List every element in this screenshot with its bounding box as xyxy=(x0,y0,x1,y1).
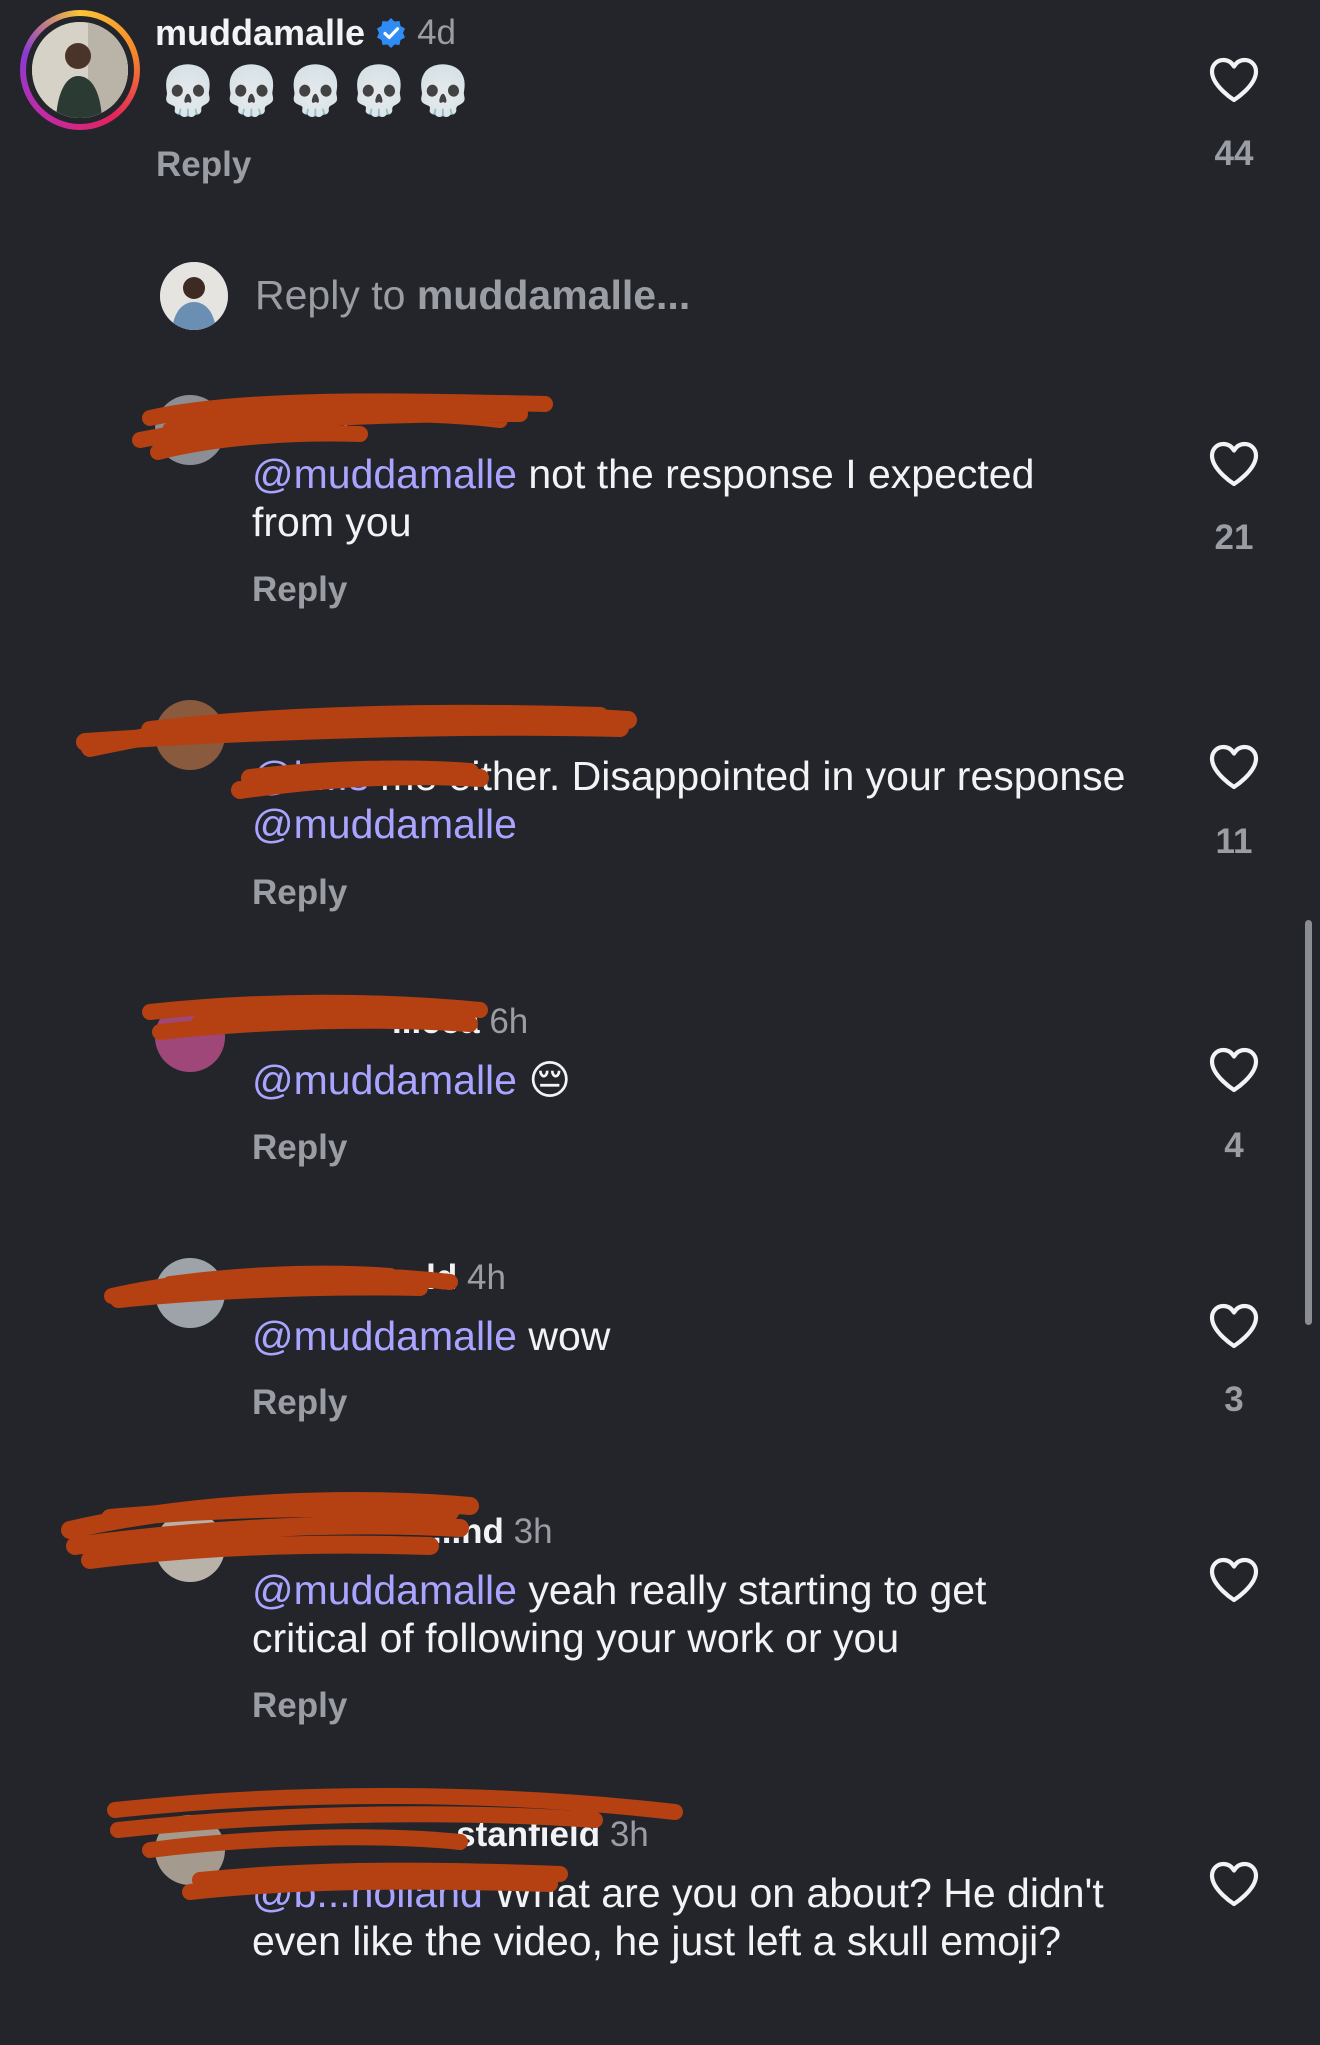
like-count: 4 xyxy=(1224,1126,1244,1165)
like-count: 3 xyxy=(1224,1380,1244,1419)
heart-icon xyxy=(1209,1861,1259,1907)
reply-body: 😔 xyxy=(516,1057,572,1103)
mention-link[interactable]: @k...s xyxy=(252,753,369,799)
heart-icon xyxy=(1209,1557,1259,1603)
mention-link[interactable]: @muddamalle xyxy=(252,1567,517,1613)
reply-text: @muddamalle not the response I expected … xyxy=(252,450,1112,546)
heart-icon xyxy=(1209,744,1259,790)
reply-button[interactable]: Reply xyxy=(252,873,347,913)
current-user-avatar xyxy=(160,262,228,330)
like-count: 44 xyxy=(1214,134,1254,173)
reply-username[interactable]: ...ld xyxy=(397,1258,457,1297)
reply-button[interactable]: Reply xyxy=(156,145,251,185)
reply-text: @k...s me either. Disappointed in your r… xyxy=(252,752,1132,848)
reply-time: 6h xyxy=(489,1002,529,1041)
like-button[interactable] xyxy=(1208,743,1260,796)
reply-username[interactable]: ...stanfield xyxy=(427,1815,600,1854)
reply-button[interactable]: Reply xyxy=(252,1383,347,1423)
avatar xyxy=(32,22,128,118)
avatar[interactable] xyxy=(155,395,225,465)
mention-link[interactable]: @muddamalle xyxy=(252,1057,517,1103)
mention-link[interactable]: @muddamalle xyxy=(252,801,517,847)
reply-input-prefix: Reply to xyxy=(255,272,417,318)
reply-input-target: muddamalle... xyxy=(416,272,691,318)
like-button[interactable] xyxy=(1208,56,1260,109)
like-count: 11 xyxy=(1215,822,1253,861)
reply-body: me either. Disappointed in your response xyxy=(368,753,1126,799)
like-button[interactable] xyxy=(1208,1046,1260,1099)
avatar[interactable] xyxy=(155,1815,225,1885)
reply-button[interactable]: Reply xyxy=(252,1128,347,1168)
reply-time: 4h xyxy=(467,1258,506,1297)
heart-icon xyxy=(1209,57,1259,103)
comment-text: 💀💀💀💀💀 xyxy=(158,65,477,118)
avatar[interactable] xyxy=(155,700,225,770)
reply-button[interactable]: Reply xyxy=(252,570,347,610)
verified-badge-icon xyxy=(375,17,407,49)
mention-link[interactable]: @b...holland xyxy=(252,1870,483,1916)
reply-text: @muddamalle wow xyxy=(252,1312,1112,1360)
like-button[interactable] xyxy=(1208,1860,1260,1913)
reply-text: @muddamalle 😔 xyxy=(252,1056,1112,1104)
heart-icon xyxy=(1209,441,1259,487)
like-button[interactable] xyxy=(1208,1302,1260,1355)
reply-username[interactable]: ...cea xyxy=(392,1002,480,1041)
reply-text: @b...holland What are you on about? He d… xyxy=(252,1869,1132,1965)
reply-button[interactable]: Reply xyxy=(252,1686,347,1726)
mention-link[interactable]: @muddamalle xyxy=(252,1313,517,1359)
reply-input[interactable]: Reply to muddamalle... xyxy=(255,272,690,319)
avatar[interactable] xyxy=(155,1512,225,1582)
avatar[interactable] xyxy=(155,1258,225,1328)
comment-username[interactable]: muddamalle xyxy=(155,12,365,54)
comment-time: 4d xyxy=(417,13,456,52)
reply-username[interactable]: ...nd xyxy=(432,1512,504,1551)
story-ring[interactable] xyxy=(20,10,140,130)
reply-time: 3h xyxy=(609,1815,649,1854)
scrollbar[interactable] xyxy=(1305,920,1312,1325)
reply-body: wow xyxy=(516,1313,611,1359)
like-button[interactable] xyxy=(1208,1556,1260,1609)
reply-time: 3h xyxy=(513,1512,553,1551)
like-count: 21 xyxy=(1214,518,1254,557)
reply-username[interactable]: ...e 7h xyxy=(252,398,349,437)
mention-link[interactable]: @muddamalle xyxy=(252,451,517,497)
heart-icon xyxy=(1209,1047,1259,1093)
like-button[interactable] xyxy=(1208,440,1260,493)
heart-icon xyxy=(1209,1303,1259,1349)
reply-text: @muddamalle yeah really starting to get … xyxy=(252,1566,1112,1662)
avatar[interactable] xyxy=(155,1002,225,1072)
